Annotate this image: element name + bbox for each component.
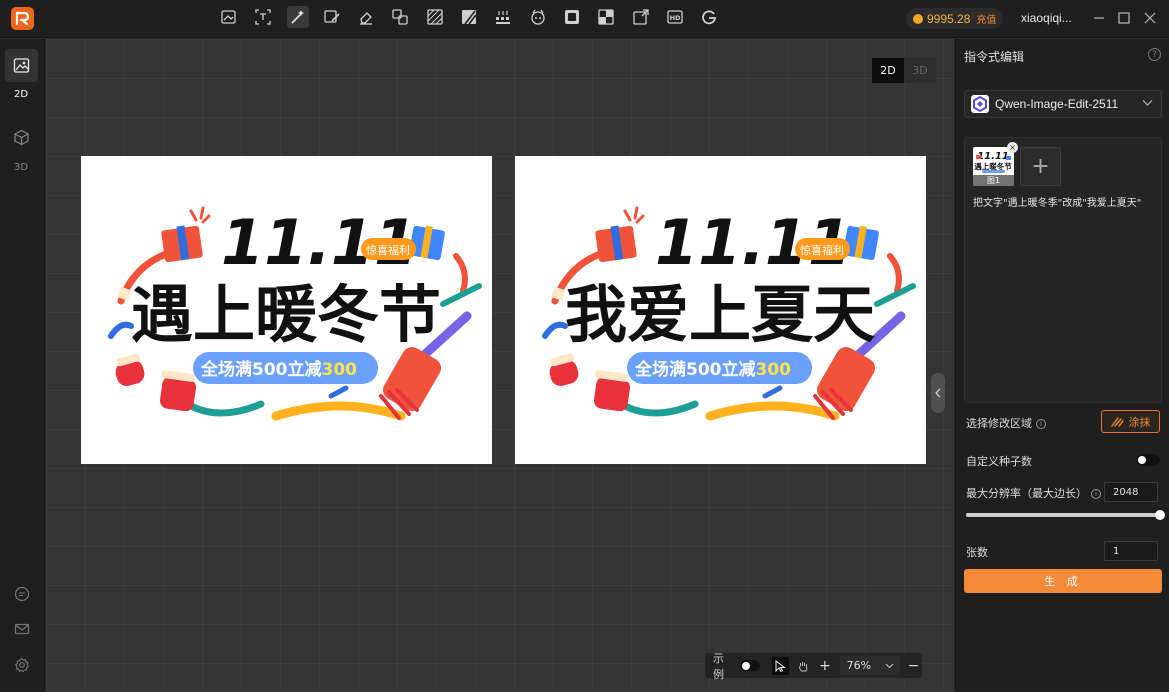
region-label: 选择修改区域 xyxy=(966,417,1032,430)
cat-face-icon[interactable] xyxy=(527,6,549,28)
result-banner-text: 全场满500立减 xyxy=(634,359,756,380)
eraser-icon[interactable] xyxy=(355,6,377,28)
help-icon[interactable]: ? xyxy=(1148,48,1161,61)
example-toggle[interactable] xyxy=(740,660,760,671)
texture-icon[interactable] xyxy=(424,6,446,28)
settings-gear-icon[interactable] xyxy=(5,648,38,681)
dimension-toggle: 2D 3D xyxy=(872,58,936,83)
minimize-icon[interactable] xyxy=(1092,10,1106,26)
chevron-down-icon xyxy=(1142,100,1153,106)
svg-text:全场满500立减300: 全场满500立减300 xyxy=(634,359,791,380)
username[interactable]: xiaoqiqi... xyxy=(1021,11,1072,25)
svg-text:全场满500立减300: 全场满500立减300 xyxy=(200,359,357,380)
resolution-input[interactable]: 2048 xyxy=(1104,482,1158,502)
thumbnail-headline-text: 遇上暖冬节 xyxy=(974,161,1012,171)
zoom-in-button[interactable]: + xyxy=(816,657,833,675)
paint-label: 涂抹 xyxy=(1128,415,1151,429)
coin-balance[interactable]: 9995.28 充值 xyxy=(906,8,1003,29)
right-panel: 指令式编辑 ? Qwen-Image-Edit-2511 11.11 遇上暖冬节… xyxy=(955,39,1169,692)
rail-3d-label[interactable]: 3D xyxy=(0,162,42,173)
source-tag-text: 惊喜福利 xyxy=(366,243,410,257)
info-icon[interactable]: i xyxy=(1036,419,1046,429)
brush-stroke-icon xyxy=(1110,417,1124,427)
result-image-artwork: 11.11 惊喜福利 我爱上夏天 全场满500立减300 xyxy=(542,206,916,421)
seed-toggle[interactable] xyxy=(1136,454,1160,466)
toggle-2d-button[interactable]: 2D xyxy=(872,58,904,83)
title-bar: HD 9995.28 充值 xiaoqiqi... xyxy=(0,0,1169,38)
chat-icon[interactable] xyxy=(5,577,38,610)
region-label-row: 选择修改区域 i xyxy=(966,415,1046,431)
magic-wand-icon[interactable] xyxy=(286,6,309,28)
zoom-out-button[interactable]: − xyxy=(905,657,922,675)
model-select[interactable]: Qwen-Image-Edit-2511 xyxy=(964,90,1162,118)
zoom-bar: 示例 + 76% − xyxy=(705,652,922,681)
zoom-level-select[interactable]: 76% xyxy=(839,656,900,675)
tool-bar: HD xyxy=(218,6,732,28)
reference-thumbnail[interactable]: 11.11 遇上暖冬节 图1 xyxy=(973,147,1014,186)
coin-value: 9995.28 xyxy=(927,11,971,26)
coin-icon xyxy=(913,13,923,24)
image-edit-icon[interactable] xyxy=(218,6,240,28)
qwen-logo-icon xyxy=(971,95,989,113)
svg-text:HD: HD xyxy=(669,14,680,22)
seed-label: 自定义种子数 xyxy=(966,455,1032,468)
source-image[interactable]: 11.11 惊喜福利 遇上暖冬节 全场满500立减300 xyxy=(81,156,492,464)
resolution-slider-fill xyxy=(966,513,1160,517)
info-icon[interactable]: i xyxy=(1091,489,1101,499)
toggle-3d-button[interactable]: 3D xyxy=(904,58,936,83)
result-headline-text: 我爱上夏天 xyxy=(565,278,875,351)
mail-icon[interactable] xyxy=(5,612,38,645)
paint-button[interactable]: 涂抹 xyxy=(1101,410,1160,433)
rail-2d-icon[interactable] xyxy=(5,49,38,82)
add-image-button[interactable]: + xyxy=(1020,147,1061,186)
google-icon[interactable] xyxy=(698,6,720,28)
maximize-icon[interactable] xyxy=(1117,10,1131,26)
source-headline-text: 遇上暖冬节 xyxy=(131,278,441,351)
prompt-text[interactable]: 把文字"遇上暖冬季"改成"我爱上夏天" xyxy=(973,196,1157,211)
source-image-artwork: 11.11 惊喜福利 遇上暖冬节 全场满500立减300 xyxy=(108,206,482,421)
resolution-label: 最大分辨率（最大边长） xyxy=(966,487,1087,500)
recharge-link[interactable]: 充值 xyxy=(976,11,996,26)
resolution-label-row: 最大分辨率（最大边长） i xyxy=(966,485,1101,501)
cutout-icon[interactable] xyxy=(595,6,617,28)
source-banner-number: 300 xyxy=(322,360,358,380)
panel-collapse-handle[interactable] xyxy=(931,373,945,413)
remove-image-icon[interactable]: × xyxy=(1007,142,1018,153)
resolution-slider[interactable] xyxy=(966,510,1165,520)
layers-icon[interactable] xyxy=(561,6,583,28)
crop-replace-icon[interactable] xyxy=(389,6,411,28)
count-label: 张数 xyxy=(966,546,988,559)
thumbnail-title-text: 11.11 xyxy=(977,151,1009,162)
left-rail: 2D 3D xyxy=(0,39,45,692)
resolution-slider-handle[interactable] xyxy=(1155,510,1165,520)
stripe-icon[interactable] xyxy=(458,6,480,28)
grid-boxes-icon[interactable] xyxy=(492,6,514,28)
text-recognize-icon[interactable] xyxy=(252,6,274,28)
result-image[interactable]: 11.11 惊喜福利 我爱上夏天 全场满500立减300 xyxy=(515,156,926,464)
close-icon[interactable] xyxy=(1143,10,1157,26)
rail-2d-label[interactable]: 2D xyxy=(0,89,42,100)
chevron-down-icon xyxy=(885,663,894,669)
count-input[interactable]: 1 xyxy=(1104,541,1158,561)
rail-3d-icon[interactable] xyxy=(5,121,38,154)
model-name: Qwen-Image-Edit-2511 xyxy=(995,97,1119,111)
result-tag-text: 惊喜福利 xyxy=(800,243,844,257)
source-banner-text: 全场满500立减 xyxy=(200,359,322,380)
hd-icon[interactable]: HD xyxy=(664,6,686,28)
canvas-area[interactable]: 2D 3D 11.11 惊喜福利 遇上暖冬节 全场满500立减300 11.11… xyxy=(46,39,954,692)
select-pointer-icon[interactable] xyxy=(771,656,789,675)
app-logo-icon xyxy=(11,7,34,30)
thumbnail-label: 图1 xyxy=(973,175,1014,186)
generate-button[interactable]: 生 成 xyxy=(964,569,1162,593)
prompt-box[interactable]: 11.11 遇上暖冬节 图1 × + 把文字"遇上暖冬季"改成"我爱上夏天" xyxy=(964,137,1162,403)
zoom-level-value: 76% xyxy=(846,659,872,672)
brush-edit-icon[interactable] xyxy=(321,6,343,28)
hand-pan-icon[interactable] xyxy=(794,657,811,675)
panel-title: 指令式编辑 xyxy=(964,50,1025,64)
result-banner-number: 300 xyxy=(756,360,792,380)
example-label: 示例 xyxy=(713,651,724,681)
image-export-icon[interactable] xyxy=(630,6,652,28)
